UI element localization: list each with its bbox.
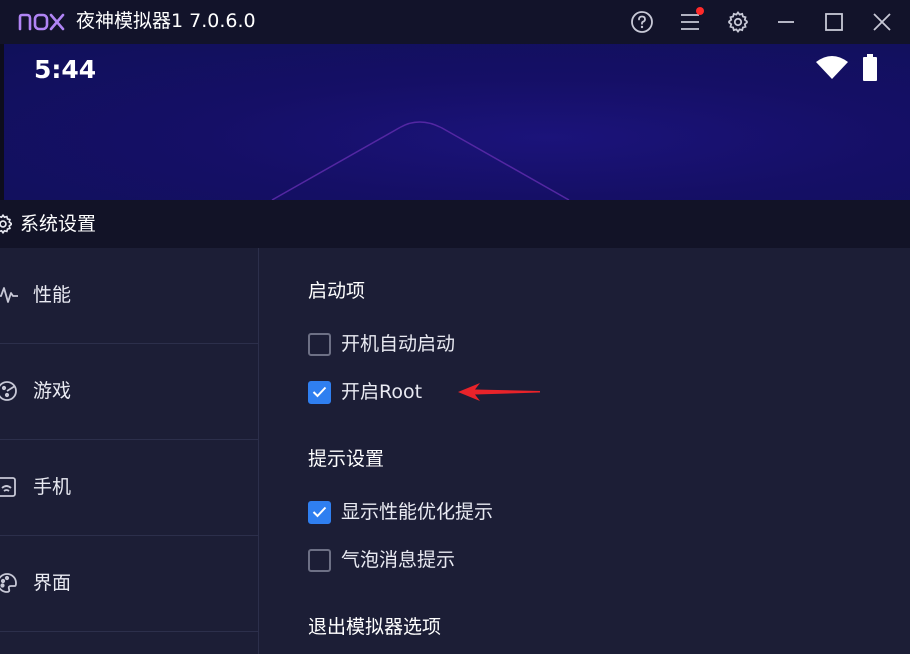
sidebar-item-interface[interactable]: 界面 (0, 536, 259, 632)
pulse-icon (0, 287, 18, 303)
enable-root-checkbox[interactable] (308, 380, 331, 404)
wifi-icon (816, 56, 848, 79)
option-label: 开机自动启动 (341, 333, 456, 355)
help-icon[interactable] (630, 10, 654, 34)
bubble-tips-checkbox[interactable] (308, 548, 331, 572)
palette-icon (0, 573, 17, 593)
sidebar-item-label: 性能 (33, 284, 72, 306)
check-icon (312, 386, 327, 398)
sidebar-item-phone[interactable]: 手机 (0, 440, 259, 536)
dialog-title: 系统设置 (20, 213, 97, 235)
perf-tips-checkbox[interactable] (308, 500, 331, 524)
status-bar-clock: 5:44 (34, 55, 97, 84)
auto-start-checkbox[interactable] (308, 332, 331, 356)
option-bubble-tips[interactable]: 气泡消息提示 (308, 547, 455, 573)
close-icon[interactable] (870, 10, 894, 34)
option-label: 气泡消息提示 (341, 549, 456, 571)
option-enable-root[interactable]: 开启Root (308, 379, 422, 405)
sidebar-item-label: 界面 (33, 572, 72, 594)
section-title-tips: 提示设置 (308, 448, 385, 470)
android-screen[interactable]: 5:44 (4, 44, 910, 200)
sidebar-item-performance[interactable]: 性能 (0, 248, 259, 344)
option-perf-tips[interactable]: 显示性能优化提示 (308, 499, 493, 525)
gear-icon (0, 213, 12, 235)
gamepad-icon (0, 381, 17, 401)
menu-icon[interactable] (678, 7, 704, 34)
sidebar-item-label: 游戏 (33, 380, 72, 402)
minimize-icon[interactable] (774, 10, 798, 34)
option-auto-start[interactable]: 开机自动启动 (308, 331, 455, 357)
settings-content: 启动项 开机自动启动 开启Root 提示设置 显示性能优化提示 气泡消息提示 退… (260, 248, 910, 654)
check-icon (312, 506, 327, 518)
option-label: 显示性能优化提示 (341, 501, 494, 523)
wallpaper-decoration (271, 121, 570, 200)
window-title: 夜神模拟器1 7.0.6.0 (76, 10, 256, 32)
nox-logo (18, 13, 65, 31)
phone-icon (0, 477, 16, 497)
annotation-arrow-icon (458, 383, 540, 401)
maximize-icon[interactable] (822, 10, 846, 34)
settings-sidebar: 性能 游戏 手机 界面 (0, 248, 259, 654)
title-bar: 夜神模拟器1 7.0.6.0 (0, 0, 910, 44)
settings-dialog-header: 系统设置 (0, 200, 910, 248)
notification-dot (696, 7, 704, 15)
settings-icon[interactable] (726, 10, 750, 34)
section-title-exit: 退出模拟器选项 (308, 616, 442, 638)
section-title-startup: 启动项 (308, 280, 366, 302)
battery-icon (863, 54, 877, 81)
sidebar-item-game[interactable]: 游戏 (0, 344, 259, 440)
option-label: 开启Root (341, 381, 423, 403)
sidebar-item-label: 手机 (33, 476, 72, 498)
